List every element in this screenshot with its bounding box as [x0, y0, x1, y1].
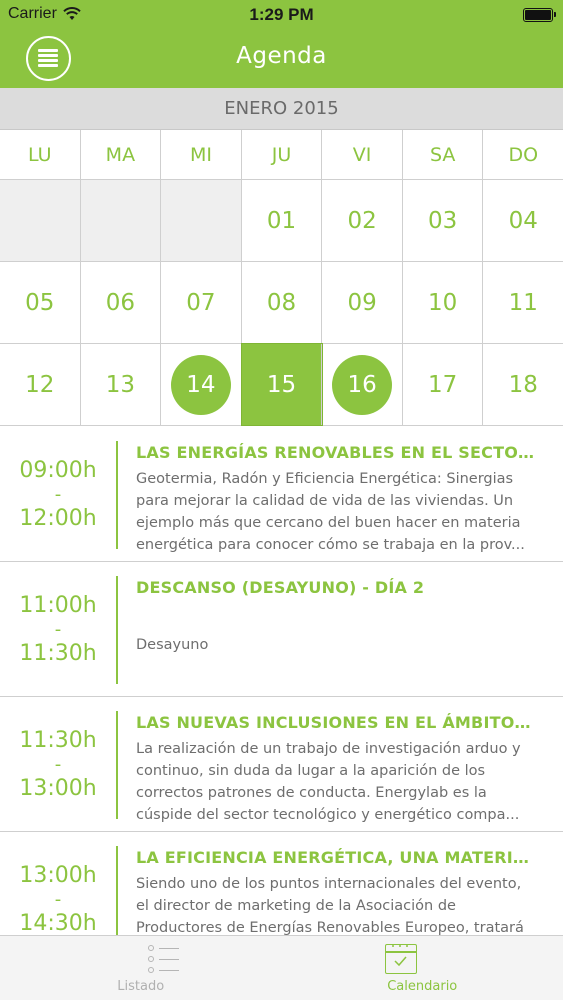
day-number: 03 — [428, 208, 458, 234]
nav-bar: Agenda — [0, 30, 563, 88]
event-start-time: 11:00h — [19, 592, 97, 618]
event-divider — [116, 711, 118, 819]
status-time: 1:29 PM — [249, 5, 314, 24]
event-title: LAS NUEVAS INCLUSIONES EN EL ÁMBITO D... — [136, 713, 536, 732]
day-cell[interactable]: 03 — [403, 180, 484, 261]
battery-icon — [523, 8, 556, 22]
day-number: 10 — [428, 290, 458, 316]
day-number: 16 — [332, 355, 393, 415]
event-description: Geotermia, Radón y Eficiencia Energética… — [136, 471, 525, 553]
day-cell-with-event[interactable]: 16 — [322, 344, 403, 425]
day-number: 04 — [508, 208, 538, 234]
day-number: 11 — [508, 290, 538, 316]
weekday-label: MI — [161, 130, 242, 179]
calendar-grid: LU MA MI JU VI SA DO 01 02 03 04 05 06 0… — [0, 130, 563, 426]
month-label: ENERO 2015 — [0, 88, 563, 130]
event-divider — [116, 441, 118, 549]
day-cell[interactable]: 02 — [322, 180, 403, 261]
day-cell[interactable]: 13 — [81, 344, 162, 425]
event-description: Siendo uno de los puntos internacionales… — [136, 876, 524, 935]
event-end-time: 13:00h — [19, 775, 97, 801]
event-divider — [116, 846, 118, 935]
event-start-time: 13:00h — [19, 862, 97, 888]
day-cell[interactable]: 18 — [483, 344, 563, 425]
day-cell[interactable]: 17 — [403, 344, 484, 425]
tab-label: Calendario — [387, 979, 458, 994]
day-number: 06 — [105, 290, 135, 316]
day-number: 01 — [266, 208, 297, 234]
event-title: LA EFICIENCIA ENERGÉTICA, UNA MATERIA... — [136, 848, 536, 867]
event-end-time: 14:30h — [19, 910, 97, 936]
day-number: 18 — [508, 372, 538, 398]
day-number: 07 — [186, 290, 216, 316]
day-number: 05 — [25, 290, 55, 316]
weekday-label: JU — [242, 130, 323, 179]
time-separator: - — [54, 483, 62, 505]
day-number: 02 — [347, 208, 377, 234]
day-cell-with-event[interactable]: 14 — [161, 344, 242, 425]
day-cell[interactable]: 10 — [403, 262, 484, 343]
tab-listado[interactable]: Listado — [0, 936, 282, 1000]
day-cell-selected[interactable]: 15 — [240, 343, 324, 426]
weekday-label: DO — [508, 144, 539, 166]
time-separator: - — [54, 618, 62, 640]
time-separator: - — [54, 888, 62, 910]
event-list: 09:00h - 12:00h LAS ENERGÍAS RENOVABLES … — [0, 427, 563, 935]
event-title: LAS ENERGÍAS RENOVABLES EN EL SECTOR... — [136, 443, 536, 462]
calendar-week: 01 02 03 04 — [0, 180, 563, 262]
weekday-label: SA — [403, 130, 484, 179]
event-time: 11:30h - 13:00h — [0, 697, 116, 832]
event-item[interactable]: 11:00h - 11:30h DESCANSO (DESAYUNO) - DÍ… — [0, 562, 563, 697]
event-end-time: 12:00h — [19, 505, 97, 531]
empty-day-cell — [80, 180, 162, 261]
day-cell[interactable]: 06 — [81, 262, 162, 343]
day-cell[interactable]: 05 — [0, 262, 81, 343]
weekday-label: MA — [81, 130, 162, 179]
event-title: DESCANSO (DESAYUNO) - DÍA 2 — [136, 578, 425, 597]
empty-day-cell — [161, 180, 242, 261]
day-number: 17 — [428, 372, 458, 398]
tab-bar: Listado Calendario — [0, 935, 563, 1000]
day-number: 13 — [105, 372, 135, 398]
status-bar: Carrier 1:29 PM — [0, 0, 563, 30]
day-cell[interactable]: 01 — [242, 180, 323, 261]
day-number: 15 — [266, 372, 297, 398]
event-time: 09:00h - 12:00h — [0, 427, 116, 562]
event-item[interactable]: 09:00h - 12:00h LAS ENERGÍAS RENOVABLES … — [0, 427, 563, 562]
empty-day-cell — [0, 180, 81, 261]
day-number: 12 — [25, 372, 55, 398]
event-item[interactable]: 11:30h - 13:00h LAS NUEVAS INCLUSIONES E… — [0, 697, 563, 832]
day-cell[interactable]: 08 — [242, 262, 323, 343]
event-item[interactable]: 13:00h - 14:30h LA EFICIENCIA ENERGÉTICA… — [0, 832, 563, 935]
day-cell[interactable]: 09 — [322, 262, 403, 343]
list-icon — [148, 944, 180, 974]
calendar-week: 05 06 07 08 09 10 11 — [0, 262, 563, 344]
day-cell[interactable]: 12 — [0, 344, 81, 425]
day-number: 08 — [266, 290, 297, 316]
event-divider — [116, 576, 118, 684]
event-end-time: 11:30h — [19, 640, 97, 666]
event-time: 11:00h - 11:30h — [0, 562, 116, 697]
event-time: 13:00h - 14:30h — [0, 832, 116, 936]
event-description: La realización de un trabajo de investig… — [136, 741, 521, 823]
day-number: 09 — [347, 290, 377, 316]
day-number: 14 — [170, 355, 231, 415]
calendar-week: 12 13 14 15 16 17 18 — [0, 343, 563, 426]
day-cell[interactable]: 11 — [483, 262, 563, 343]
event-start-time: 09:00h — [19, 457, 97, 483]
event-start-time: 11:30h — [19, 727, 97, 753]
event-description: Desayuno — [136, 637, 209, 653]
tab-calendario[interactable]: Calendario — [282, 936, 563, 1000]
day-cell[interactable]: 04 — [483, 180, 563, 261]
weekday-label: VI — [322, 130, 403, 179]
day-cell[interactable]: 07 — [161, 262, 242, 343]
calendar-icon — [384, 944, 417, 974]
page-title: Agenda — [236, 43, 327, 69]
tab-label: Listado — [117, 979, 165, 994]
weekday-header: LU MA MI JU VI SA DO — [0, 130, 563, 180]
weekday-label: LU — [0, 130, 81, 179]
time-separator: - — [54, 753, 62, 775]
